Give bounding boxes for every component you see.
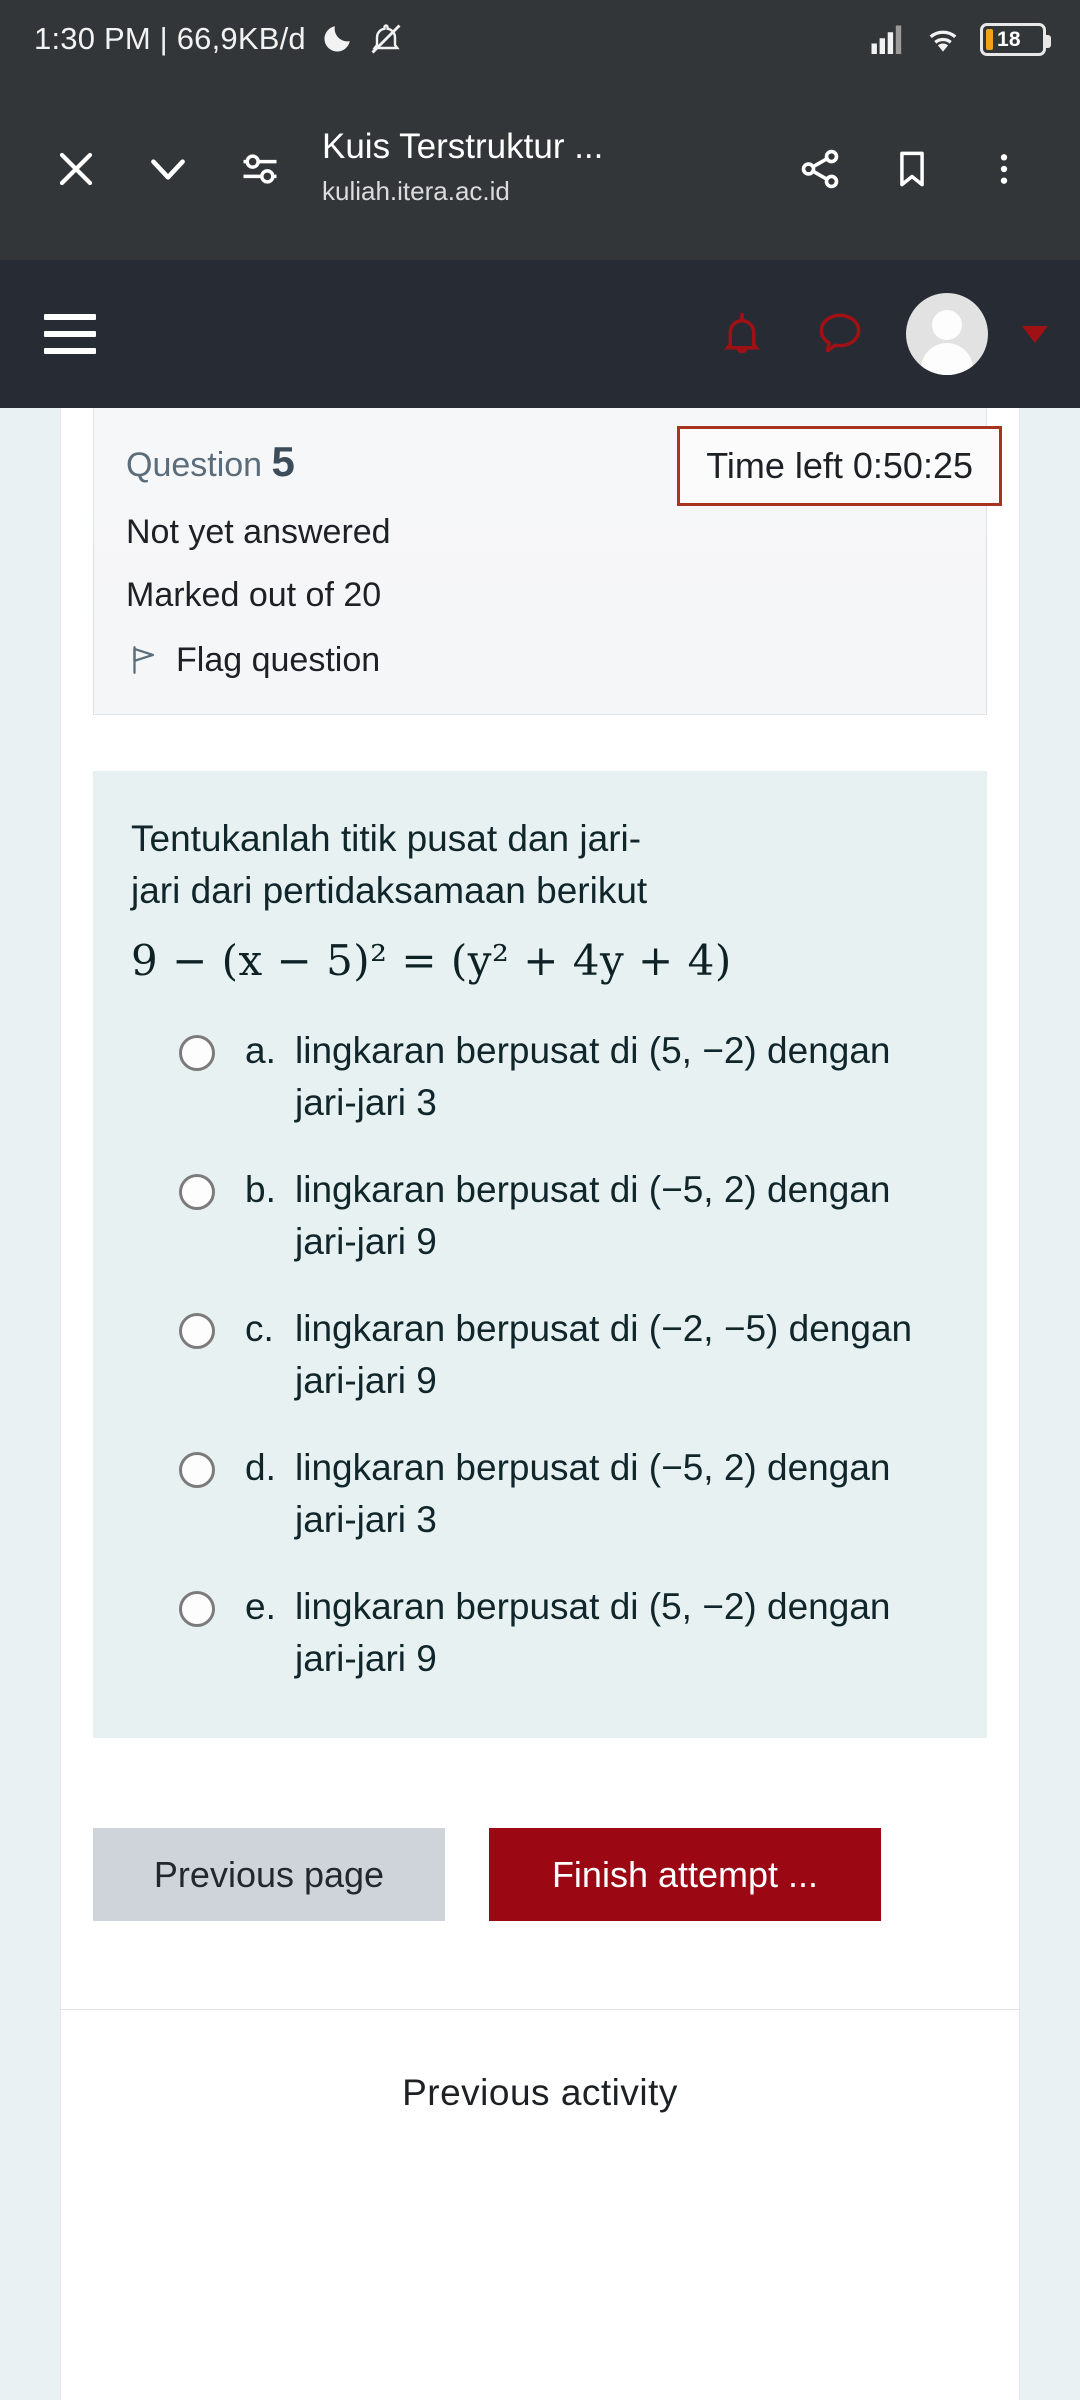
answer-text: lingkaran berpusat di (5, −2) dengan jar… (295, 1029, 891, 1124)
avatar-body (921, 343, 973, 375)
hamburger-menu-icon[interactable] (28, 292, 112, 376)
crescent-moon-icon (320, 22, 354, 56)
speech-bubble-icon[interactable] (808, 302, 872, 366)
page-title: Kuis Terstruktur ... (322, 127, 604, 167)
battery-indicator: 18 (980, 22, 1051, 56)
quiz-timer: Time left 0:50:25 (677, 426, 1002, 506)
bell-icon[interactable] (710, 302, 774, 366)
question-info-card: Question 5 Not yet answered Marked out o… (93, 408, 1002, 715)
status-time-and-data: 1:30 PM | 66,9KB/d (34, 21, 306, 56)
status-bar-left: 1:30 PM | 66,9KB/d (34, 21, 404, 57)
question-formula: 9 − (x − 5)² = (y² + 4y + 4) (131, 935, 732, 985)
flag-icon (126, 643, 160, 677)
share-icon[interactable] (774, 123, 866, 215)
previous-page-button[interactable]: Previous page (93, 1827, 445, 1922)
question-text-line-2: jari dari pertidaksamaan berikut (131, 870, 648, 912)
close-icon[interactable] (30, 123, 122, 215)
user-avatar-icon[interactable] (906, 293, 988, 375)
flag-question-control[interactable]: Flag question (126, 641, 954, 680)
answer-option-a[interactable]: a. lingkaran berpusat di (5, −2) dengan … (131, 1025, 949, 1130)
question-number: 5 (271, 438, 295, 485)
browser-toolbar: Kuis Terstruktur ... kuliah.itera.ac.id (0, 78, 1080, 260)
previous-activity-heading: Previous activity (402, 2072, 678, 2114)
answer-text: lingkaran berpusat di (5, −2) dengan jar… (295, 1585, 891, 1680)
answer-radio[interactable] (179, 1590, 215, 1627)
answer-key: b. (245, 1168, 276, 1210)
battery-level: 18 (997, 27, 1021, 51)
answer-key: c. (245, 1307, 274, 1349)
status-bar-right: 18 (870, 22, 1051, 56)
android-status-bar: 1:30 PM | 66,9KB/d 18 (0, 0, 1080, 78)
bookmark-icon[interactable] (866, 123, 958, 215)
answer-radio[interactable] (179, 1451, 215, 1488)
answer-options-list: a. lingkaran berpusat di (5, −2) dengan … (131, 1025, 949, 1686)
finish-attempt-button[interactable]: Finish attempt ... (489, 1827, 881, 1922)
answer-key: e. (245, 1585, 276, 1627)
chevron-down-icon[interactable] (122, 123, 214, 215)
hamburger-line (44, 348, 96, 354)
flag-question-label: Flag question (176, 640, 381, 679)
answer-text: lingkaran berpusat di (−5, 2) dengan jar… (295, 1446, 891, 1541)
answer-key: d. (245, 1446, 276, 1488)
cellular-signal-icon (870, 24, 906, 54)
question-state: Not yet answered (126, 512, 391, 551)
site-nav-actions (710, 293, 1052, 375)
app-screen: 1:30 PM | 66,9KB/d 18 Kuis Terstruktur .… (0, 0, 1080, 2400)
battery-fill (986, 28, 993, 50)
content-column: Question 5 Not yet answered Marked out o… (60, 408, 1020, 2400)
page-url: kuliah.itera.ac.id (322, 175, 510, 206)
answer-option-b[interactable]: b. lingkaran berpusat di (−5, 2) dengan … (131, 1164, 949, 1269)
question-marks: Marked out of 20 (126, 575, 382, 614)
quiz-navigation-buttons: Previous page Finish attempt ... (93, 1827, 987, 1922)
answer-option-e[interactable]: e. lingkaran berpusat di (5, −2) dengan … (131, 1581, 949, 1686)
bell-muted-icon (368, 21, 404, 57)
question-body: Tentukanlah titik pusat dan jari- jari d… (93, 770, 987, 1738)
page-settings-icon[interactable] (214, 123, 306, 215)
caret-down-icon[interactable] (1022, 325, 1048, 343)
more-vertical-icon[interactable] (958, 123, 1050, 215)
answer-radio[interactable] (179, 1034, 215, 1071)
browser-title-block[interactable]: Kuis Terstruktur ... kuliah.itera.ac.id (306, 127, 774, 210)
avatar-head (932, 310, 962, 340)
question-text-line-1: Tentukanlah titik pusat dan jari- (131, 817, 642, 859)
page-background: Question 5 Not yet answered Marked out o… (0, 408, 1080, 2400)
hamburger-line (44, 331, 96, 337)
answer-option-d[interactable]: d. lingkaran berpusat di (−5, 2) dengan … (131, 1442, 949, 1547)
answer-text: lingkaran berpusat di (−5, 2) dengan jar… (295, 1168, 891, 1263)
wifi-icon (924, 24, 962, 54)
answer-radio[interactable] (179, 1312, 215, 1349)
site-navigation-bar (0, 260, 1080, 408)
question-label: Question (126, 446, 263, 484)
answer-radio[interactable] (179, 1173, 215, 1210)
hamburger-line (44, 314, 96, 320)
answer-text: lingkaran berpusat di (−2, −5) dengan ja… (295, 1307, 913, 1402)
answer-key: a. (245, 1029, 276, 1071)
answer-option-c[interactable]: c. lingkaran berpusat di (−2, −5) dengan… (131, 1303, 949, 1408)
